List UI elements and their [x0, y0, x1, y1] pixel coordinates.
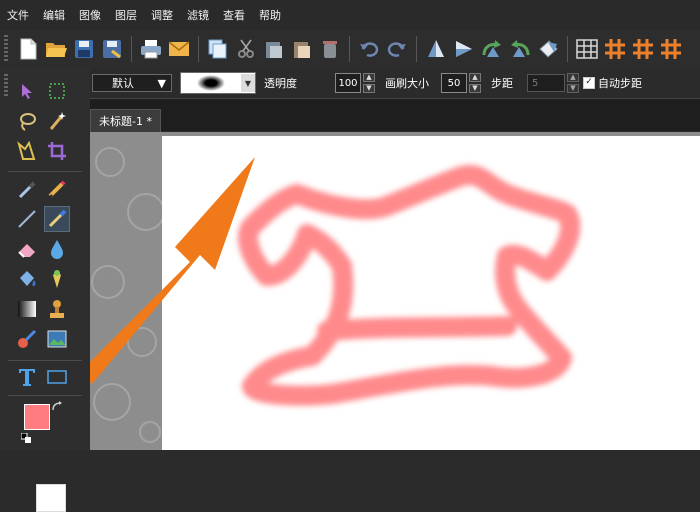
- menu-bar: 文件 编辑 图像 图层 调整 滤镜 查看 帮助: [0, 0, 700, 30]
- menu-file[interactable]: 文件: [0, 7, 36, 23]
- menu-image[interactable]: 图像: [72, 7, 108, 23]
- grid-icon[interactable]: [575, 37, 599, 61]
- grid-settings-icon[interactable]: [631, 37, 655, 61]
- new-file-icon[interactable]: [16, 37, 40, 61]
- print-icon[interactable]: [139, 37, 163, 61]
- menu-filter[interactable]: 滤镜: [180, 7, 216, 23]
- grid-snap-icon[interactable]: [603, 37, 627, 61]
- grid-extra-icon[interactable]: [659, 37, 683, 61]
- save-icon[interactable]: [72, 37, 96, 61]
- default-colors-icon[interactable]: [20, 432, 32, 444]
- spin-down-icon[interactable]: ▼: [363, 84, 375, 93]
- opacity-label: 透明度: [264, 77, 297, 90]
- undo-icon[interactable]: [357, 37, 381, 61]
- menu-layer[interactable]: 图层: [108, 7, 144, 23]
- tools-grip[interactable]: [4, 74, 8, 98]
- pencil-tool-icon[interactable]: [44, 176, 70, 202]
- step-spinner: ▲ ▼: [567, 73, 579, 93]
- blur-tool-icon[interactable]: [44, 236, 70, 262]
- foreground-color-swatch[interactable]: [24, 404, 50, 430]
- brush-tip-preview-icon: [197, 75, 225, 91]
- document-tab-title: 未标题-1 *: [99, 115, 152, 128]
- rotate-free-icon[interactable]: [536, 37, 560, 61]
- opacity-spinner[interactable]: ▲ ▼: [363, 73, 375, 93]
- tools-panel: [0, 68, 90, 512]
- magnetic-lasso-tool-icon[interactable]: [14, 138, 40, 164]
- text-tool-icon[interactable]: [14, 364, 40, 390]
- brush-shape-dropdown[interactable]: ▼: [180, 72, 256, 94]
- eyedropper-tool-icon[interactable]: [14, 176, 40, 202]
- line-tool-icon[interactable]: [14, 206, 40, 232]
- tools-separator: [8, 395, 82, 396]
- annotation-arrow-icon: [90, 157, 255, 384]
- gradient-tool-icon[interactable]: [14, 296, 40, 322]
- opacity-input[interactable]: 100: [335, 73, 361, 93]
- spin-up-icon: ▲: [567, 73, 579, 82]
- brush-tool-icon[interactable]: [44, 206, 70, 232]
- tools-separator: [8, 360, 82, 361]
- paste-icon[interactable]: [262, 37, 286, 61]
- flip-vertical-icon[interactable]: [424, 37, 448, 61]
- rotate-right-icon[interactable]: [508, 37, 532, 61]
- brush-preset-value: 默认: [112, 77, 134, 90]
- stamp-tool-icon[interactable]: [44, 296, 70, 322]
- spin-up-icon[interactable]: ▲: [363, 73, 375, 82]
- menu-help[interactable]: 帮助: [252, 7, 288, 23]
- image-tool-icon[interactable]: [44, 326, 70, 352]
- brush-preset-dropdown[interactable]: 默认 ▼: [92, 74, 172, 92]
- clone-stamp-tool-icon[interactable]: [44, 266, 70, 292]
- brush-size-label: 画刷大小: [385, 77, 429, 90]
- toolbar-separator: [416, 36, 417, 62]
- eraser-tool-icon[interactable]: [14, 236, 40, 262]
- step-input: 5: [527, 74, 565, 92]
- rectangle-shape-tool-icon[interactable]: [44, 364, 70, 390]
- menu-edit[interactable]: 编辑: [36, 7, 72, 23]
- brush-size-spinner[interactable]: ▲ ▼: [469, 73, 481, 93]
- document-tab[interactable]: 未标题-1 *: [90, 109, 161, 132]
- toolbar-grip[interactable]: [4, 35, 8, 63]
- toolbar-separator: [567, 36, 568, 62]
- toolbar-separator: [198, 36, 199, 62]
- fill-bucket-tool-icon[interactable]: [14, 266, 40, 292]
- copy-icon[interactable]: [206, 37, 230, 61]
- step-label: 步距: [491, 77, 513, 90]
- chevron-down-icon: ▼: [241, 74, 255, 92]
- document-tab-bar: 未标题-1 *: [90, 98, 700, 132]
- spin-down-icon[interactable]: ▼: [469, 84, 481, 93]
- auto-step-checkbox[interactable]: ✓: [583, 77, 595, 89]
- spin-down-icon: ▼: [567, 84, 579, 93]
- main-toolbar: [0, 30, 700, 68]
- open-folder-icon[interactable]: [44, 37, 68, 61]
- swap-colors-icon[interactable]: [50, 400, 64, 414]
- cut-icon[interactable]: [234, 37, 258, 61]
- brush-options-bar: 默认 ▼ ▼ 透明度 100 ▲ ▼ 画刷大小 50 ▲ ▼ 步距 5 ▲ ▼ ✓ 自…: [90, 68, 700, 98]
- rect-select-tool-icon[interactable]: [44, 78, 70, 104]
- rotate-left-icon[interactable]: [480, 37, 504, 61]
- brush-stroke-dress: [238, 165, 581, 406]
- menu-adjust[interactable]: 调整: [144, 7, 180, 23]
- background-color-swatch[interactable]: [36, 484, 66, 512]
- lasso-tool-icon[interactable]: [14, 108, 40, 134]
- magic-wand-tool-icon[interactable]: [44, 108, 70, 134]
- crop-tool-icon[interactable]: [44, 138, 70, 164]
- canvas-workspace: [90, 132, 700, 450]
- brush-size-input[interactable]: 50: [441, 73, 467, 93]
- flip-horizontal-icon[interactable]: [452, 37, 476, 61]
- menu-view[interactable]: 查看: [216, 7, 252, 23]
- chevron-down-icon: ▼: [157, 76, 166, 90]
- color-replace-tool-icon[interactable]: [14, 326, 40, 352]
- toolbar-separator: [349, 36, 350, 62]
- paste-new-icon[interactable]: [290, 37, 314, 61]
- pointer-tool-icon[interactable]: [14, 78, 40, 104]
- tools-separator: [8, 171, 82, 172]
- auto-step-label: 自动步距: [598, 77, 642, 90]
- clear-icon[interactable]: [318, 37, 342, 61]
- save-as-icon[interactable]: [100, 37, 124, 61]
- redo-icon[interactable]: [385, 37, 409, 61]
- email-icon[interactable]: [167, 37, 191, 61]
- toolbar-separator: [131, 36, 132, 62]
- spin-up-icon[interactable]: ▲: [469, 73, 481, 82]
